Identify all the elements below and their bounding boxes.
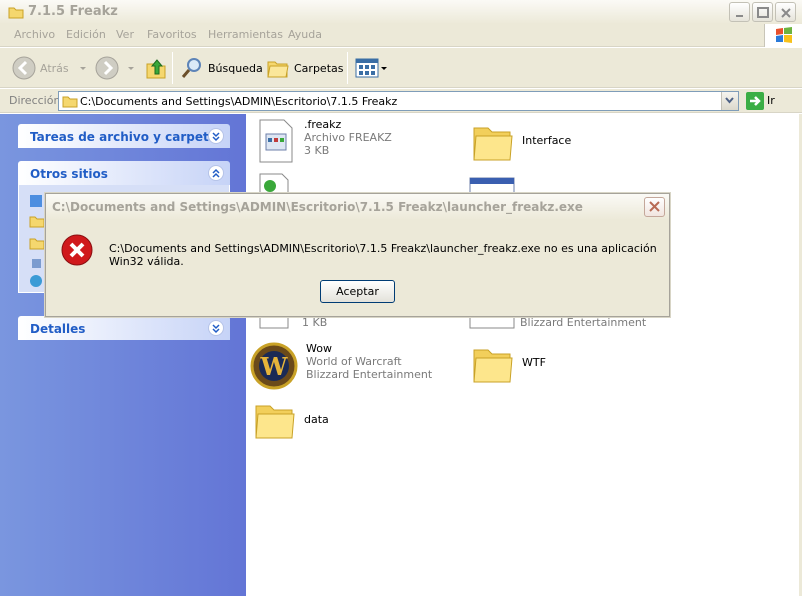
close-icon bbox=[649, 201, 660, 212]
chevron-down-icon[interactable] bbox=[208, 128, 224, 144]
folder-name: data bbox=[304, 413, 329, 426]
menu-archivo[interactable]: Archivo bbox=[14, 28, 55, 41]
menu-ayuda[interactable]: Ayuda bbox=[288, 28, 322, 41]
minimize-button[interactable] bbox=[729, 2, 750, 22]
folder-item-wtf[interactable]: WTF bbox=[472, 344, 546, 384]
go-arrow-icon bbox=[746, 92, 764, 110]
file-list: .freakz Archivo FREAKZ 3 KB Interface 1 … bbox=[246, 114, 802, 596]
error-dialog: C:\Documents and Settings\ADMIN\Escritor… bbox=[45, 193, 670, 317]
details-header[interactable]: Detalles bbox=[18, 316, 230, 340]
address-input[interactable]: C:\Documents and Settings\ADMIN\Escritor… bbox=[58, 91, 739, 111]
search-label: Búsqueda bbox=[208, 61, 263, 75]
toolbar: Atrás Búsqueda Carpetas bbox=[0, 48, 802, 88]
folder-icon bbox=[473, 349, 513, 383]
ok-button[interactable]: Aceptar bbox=[320, 280, 395, 303]
folder-icon bbox=[29, 216, 45, 228]
menu-herramientas[interactable]: Herramientas bbox=[208, 28, 283, 41]
other-places-header[interactable]: Otros sitios bbox=[18, 161, 230, 185]
views-button[interactable] bbox=[355, 54, 389, 82]
computer-icon bbox=[32, 259, 41, 268]
file-size: 3 KB bbox=[304, 144, 330, 157]
folder-item-interface[interactable]: Interface bbox=[472, 122, 571, 162]
desktop-icon bbox=[30, 195, 42, 207]
folders-label: Carpetas bbox=[294, 61, 344, 75]
windows-logo-icon bbox=[764, 24, 802, 47]
world-of-warcraft-icon: W bbox=[250, 342, 298, 390]
search-icon bbox=[181, 58, 201, 78]
task-pane: Tareas de archivo y carpeta Otros sitios bbox=[0, 114, 246, 596]
search-button[interactable]: Búsqueda bbox=[180, 54, 263, 82]
chevron-down-icon bbox=[79, 67, 86, 70]
file-icon bbox=[259, 119, 293, 163]
file-company: Blizzard Entertainment bbox=[520, 316, 647, 329]
tasks-panel-title: Tareas de archivo y carpeta bbox=[30, 130, 217, 144]
network-icon bbox=[30, 275, 42, 287]
file-name: Wow bbox=[306, 342, 332, 355]
tasks-panel: Tareas de archivo y carpeta bbox=[18, 124, 230, 148]
file-name: .freakz bbox=[304, 118, 342, 131]
address-bar: Dirección C:\Documents and Settings\ADMI… bbox=[0, 89, 802, 113]
close-button[interactable] bbox=[775, 2, 796, 22]
up-folder-icon bbox=[146, 59, 166, 79]
views-icon bbox=[355, 58, 387, 78]
forward-button[interactable] bbox=[95, 54, 137, 82]
forward-arrow-icon bbox=[95, 56, 119, 80]
back-button[interactable]: Atrás bbox=[12, 54, 89, 82]
file-item-wow[interactable]: W Wow World of Warcraft Blizzard Enterta… bbox=[250, 342, 432, 390]
address-dropdown-button[interactable] bbox=[721, 92, 738, 110]
file-size: 1 KB bbox=[302, 316, 328, 329]
folder-icon bbox=[29, 238, 45, 250]
details-title: Detalles bbox=[30, 322, 86, 336]
dialog-title: C:\Documents and Settings\ADMIN\Escritor… bbox=[52, 200, 583, 214]
error-icon bbox=[60, 233, 94, 270]
folder-name: Interface bbox=[522, 134, 572, 147]
menu-ver[interactable]: Ver bbox=[116, 28, 134, 41]
back-arrow-icon bbox=[12, 56, 36, 80]
menu-favoritos[interactable]: Favoritos bbox=[147, 28, 197, 41]
dialog-message: C:\Documents and Settings\ADMIN\Escritor… bbox=[109, 242, 657, 268]
chevron-down-icon bbox=[725, 97, 734, 104]
window-title: 7.1.5 Freakz bbox=[28, 4, 118, 19]
folder-icon bbox=[473, 127, 513, 161]
file-type: Archivo FREAKZ bbox=[304, 131, 392, 144]
menu-edicion[interactable]: Edición bbox=[66, 28, 106, 41]
folders-button[interactable]: Carpetas bbox=[266, 54, 343, 82]
window-titlebar: 7.1.5 Freakz bbox=[0, 0, 802, 24]
tasks-panel-header[interactable]: Tareas de archivo y carpeta bbox=[18, 124, 230, 148]
folders-icon bbox=[267, 61, 289, 78]
maximize-button[interactable] bbox=[752, 2, 773, 22]
go-label[interactable]: Ir bbox=[767, 94, 775, 107]
go-button[interactable] bbox=[746, 92, 764, 113]
file-company: Blizzard Entertainment bbox=[306, 368, 433, 381]
folder-icon bbox=[62, 96, 78, 108]
other-places-title: Otros sitios bbox=[30, 167, 108, 181]
address-label: Dirección bbox=[9, 94, 61, 107]
chevron-down-icon bbox=[128, 67, 134, 70]
chevron-down-icon[interactable] bbox=[208, 320, 224, 336]
folder-name: WTF bbox=[522, 356, 546, 369]
chevron-up-icon[interactable] bbox=[208, 165, 224, 181]
file-type: World of Warcraft bbox=[306, 355, 402, 368]
address-value: C:\Documents and Settings\ADMIN\Escritor… bbox=[80, 95, 398, 108]
svg-text:W: W bbox=[260, 352, 289, 381]
folder-icon bbox=[255, 405, 295, 439]
up-folder-button[interactable] bbox=[145, 54, 167, 82]
menu-bar: Archivo Edición Ver Favoritos Herramient… bbox=[0, 24, 802, 47]
dialog-titlebar: C:\Documents and Settings\ADMIN\Escritor… bbox=[46, 194, 669, 220]
dialog-close-button[interactable] bbox=[644, 197, 665, 217]
file-item-freakz[interactable]: .freakz Archivo FREAKZ 3 KB bbox=[256, 118, 392, 164]
back-label: Atrás bbox=[40, 61, 69, 75]
details-panel: Detalles bbox=[18, 316, 230, 340]
folder-icon bbox=[8, 5, 24, 22]
folder-item-data[interactable]: data bbox=[254, 400, 329, 440]
